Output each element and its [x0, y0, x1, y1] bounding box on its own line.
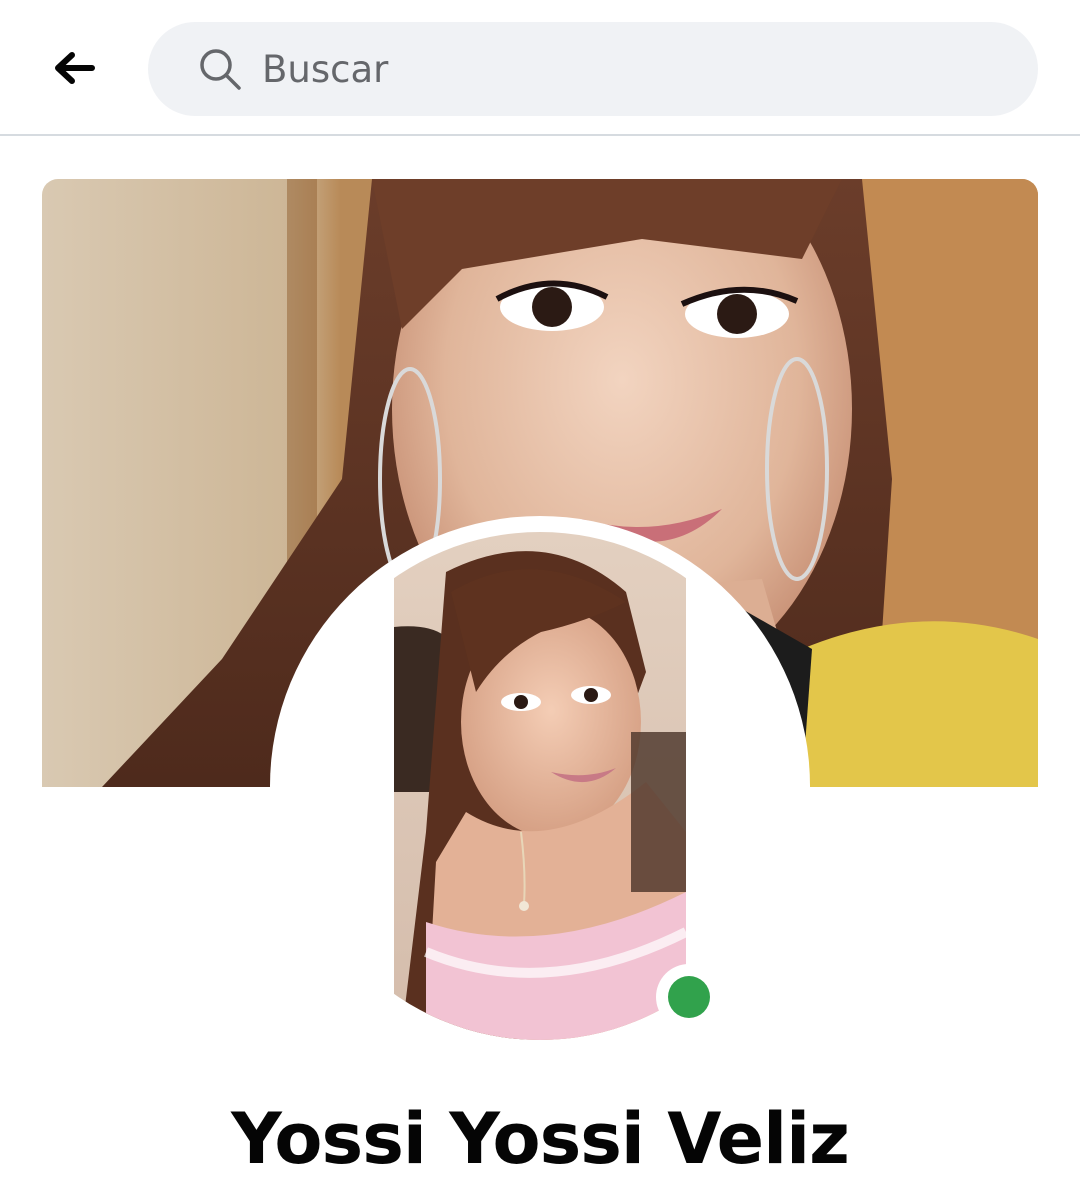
- arrow-left-icon: [52, 50, 96, 90]
- back-button[interactable]: [40, 40, 108, 100]
- online-status-badge: [656, 964, 722, 1030]
- profile-name: Yossi Yossi Veliz: [231, 1098, 850, 1180]
- search-input[interactable]: [262, 47, 942, 91]
- search-icon: [198, 47, 242, 91]
- online-indicator-icon: [668, 976, 710, 1018]
- profile-picture[interactable]: [286, 532, 794, 1040]
- search-bar[interactable]: [148, 22, 1038, 116]
- profile-page: Yossi Yossi Veliz: [0, 0, 1080, 1201]
- top-bar: [0, 0, 1080, 136]
